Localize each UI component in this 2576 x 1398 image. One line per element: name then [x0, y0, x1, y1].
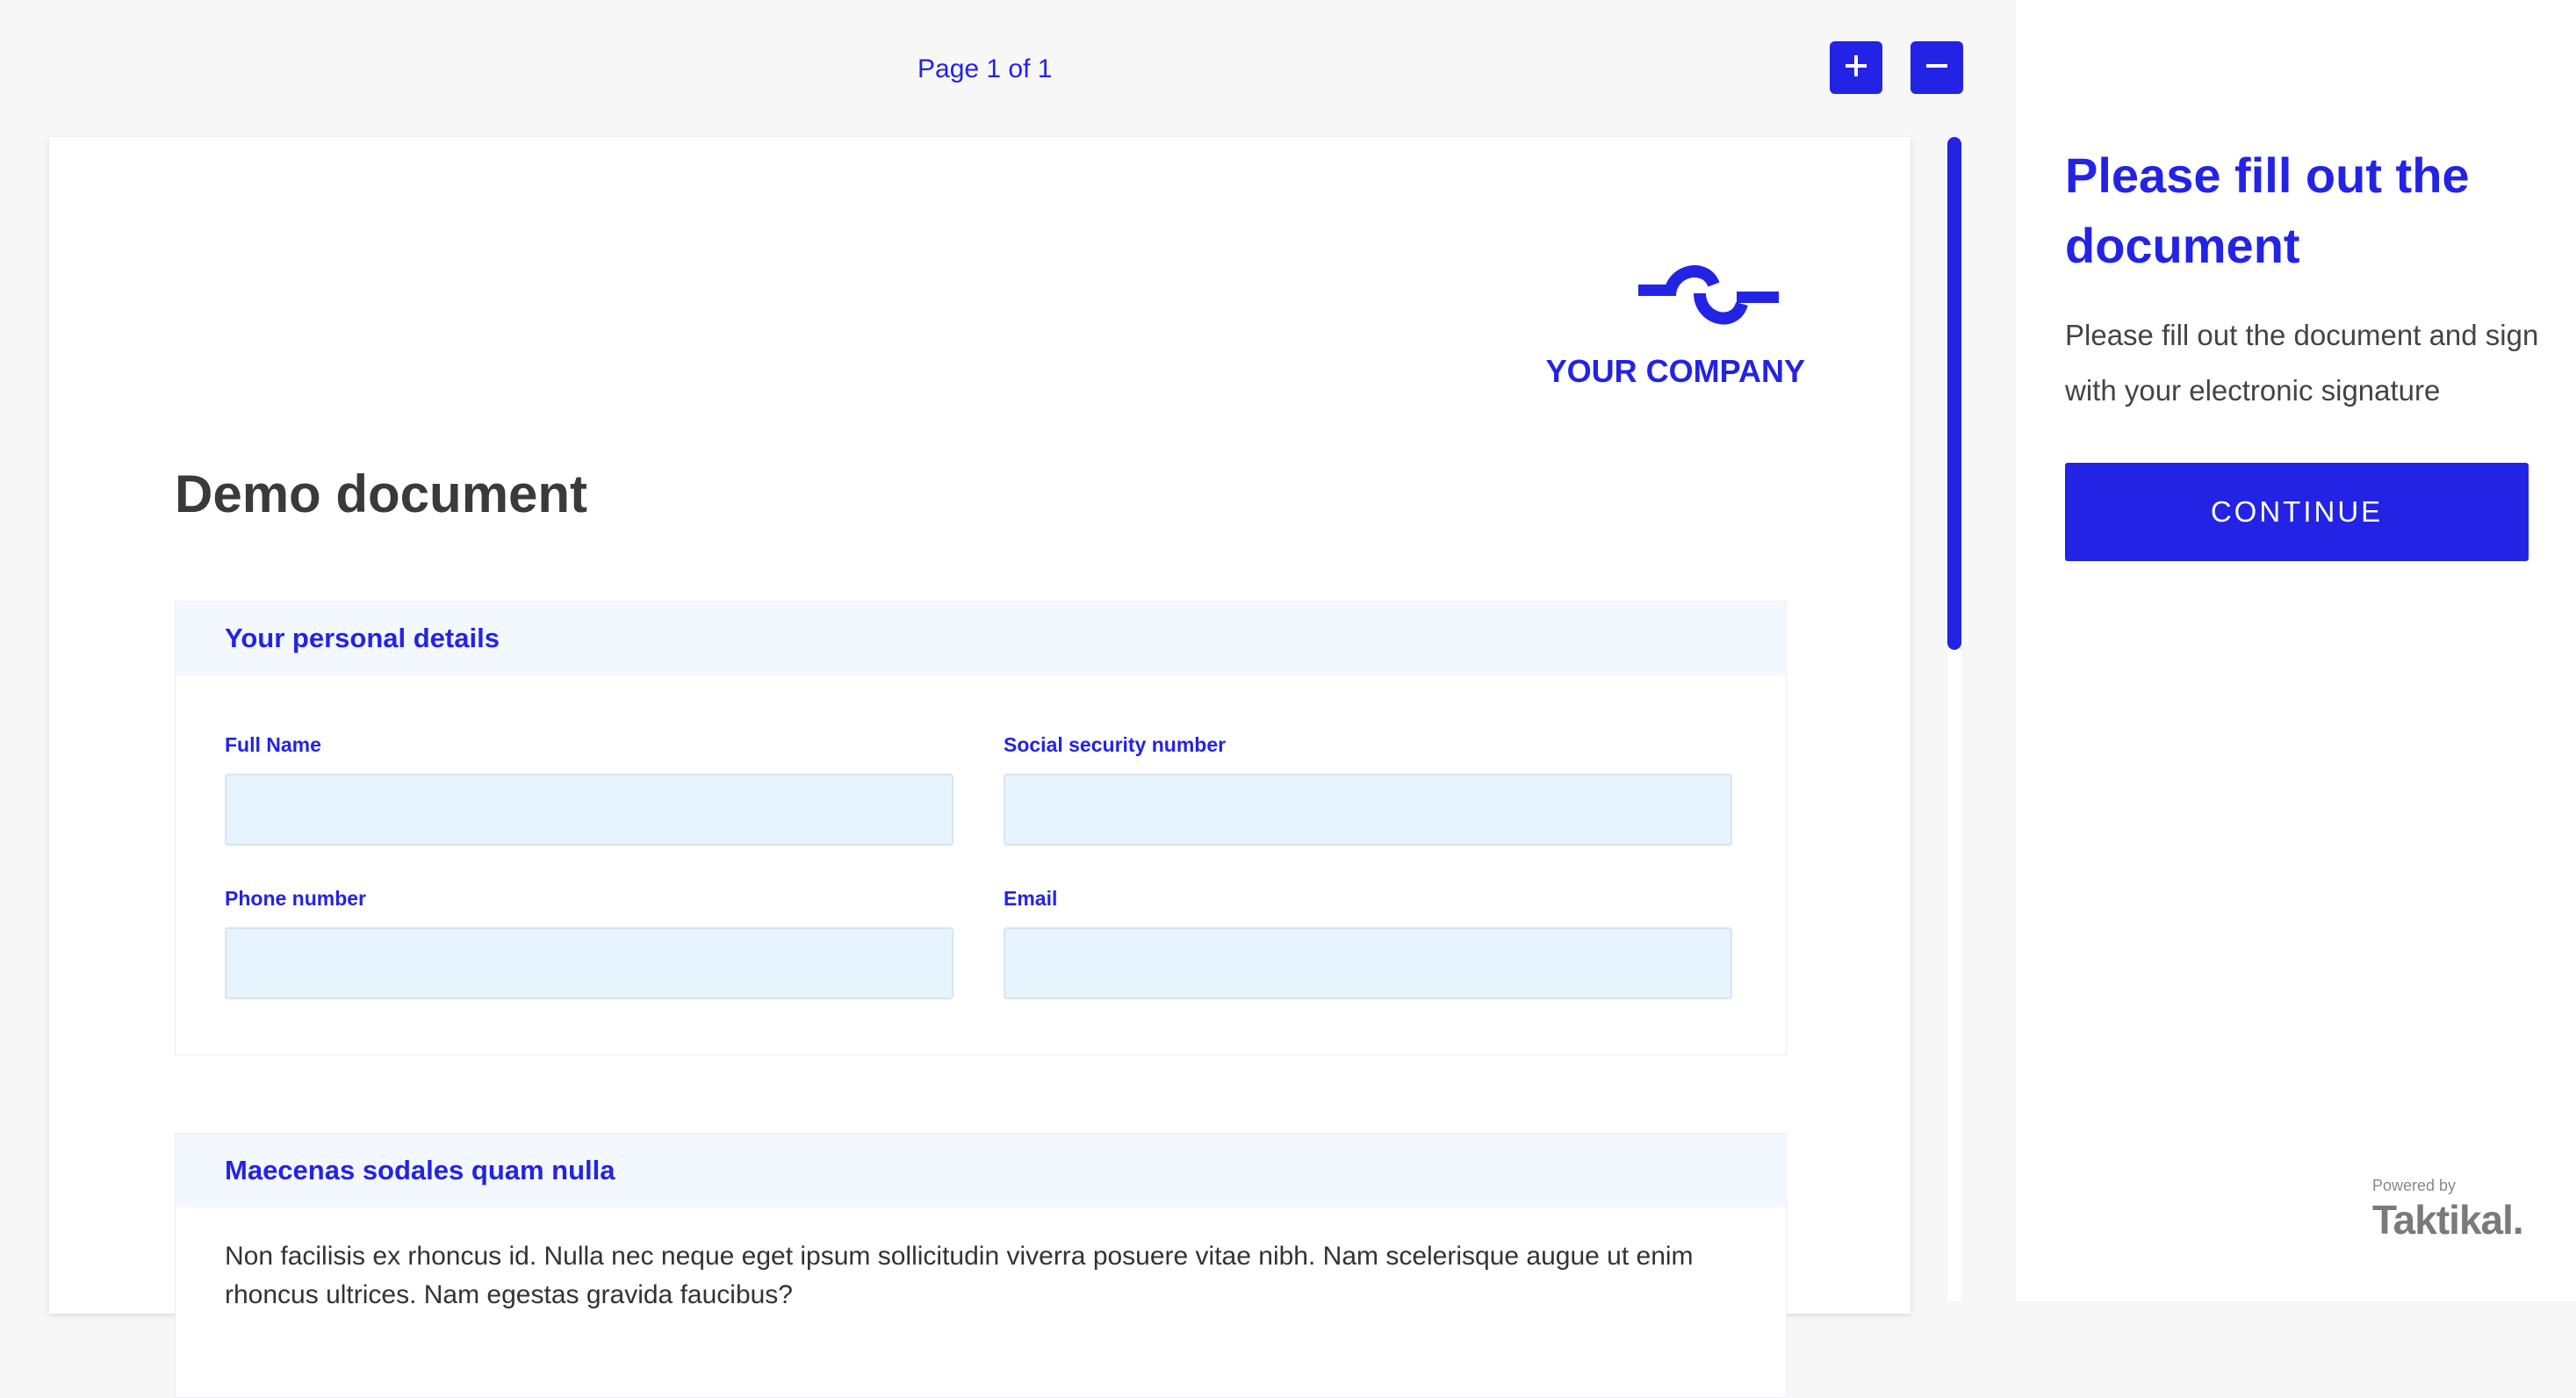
personal-details-section: Your personal details Full Name Social s…	[175, 601, 1787, 1056]
full-name-input[interactable]	[225, 774, 953, 846]
sidebar-description: Please fill out the document and sign wi…	[2065, 319, 2539, 407]
instructions-sidebar: Please fill out the document Please fill…	[2016, 0, 2576, 1301]
section-body-text: Non facilisis ex rhoncus id. Nulla nec n…	[225, 1242, 1694, 1309]
document-title: Demo document	[175, 465, 588, 523]
phone-number-label: Phone number	[225, 887, 367, 910]
minus-icon	[1924, 53, 1950, 83]
document-viewer: Page 1 of 1 YOUR COMPANY Demo document Y…	[0, 0, 2016, 1398]
scrollbar-thumb[interactable]	[1947, 137, 1961, 650]
full-name-label: Full Name	[225, 733, 321, 756]
powered-by-label: Powered by	[2372, 1177, 2457, 1194]
section-heading: Your personal details	[176, 602, 1786, 675]
plus-icon	[1843, 53, 1869, 83]
maecenas-section: Maecenas sodales quam nulla Non facilisi…	[175, 1133, 1787, 1398]
email-input[interactable]	[1004, 927, 1732, 999]
section-heading: Maecenas sodales quam nulla	[176, 1134, 1786, 1207]
email-label: Email	[1004, 887, 1058, 910]
phone-number-input[interactable]	[225, 927, 953, 999]
page-indicator: Page 1 of 1	[917, 54, 1053, 83]
company-logo-icon	[1638, 265, 1779, 325]
zoom-out-button[interactable]	[1910, 41, 1963, 94]
company-logo-text: YOUR COMPANY	[1545, 353, 1805, 389]
powered-by-badge[interactable]: Powered by Taktikal.	[2372, 1177, 2539, 1247]
taktikal-logo: Taktikal.	[2372, 1197, 2524, 1243]
document-page: YOUR COMPANY Demo document Your personal…	[49, 137, 1910, 1398]
company-logo: YOUR COMPANY	[1542, 258, 1805, 407]
sidebar-title: Please fill out the document	[2065, 148, 2470, 273]
ssn-label: Social security number	[1004, 733, 1227, 756]
zoom-in-button[interactable]	[1830, 41, 1882, 94]
ssn-input[interactable]	[1004, 774, 1732, 846]
continue-button[interactable]: CONTINUE	[2065, 463, 2529, 561]
